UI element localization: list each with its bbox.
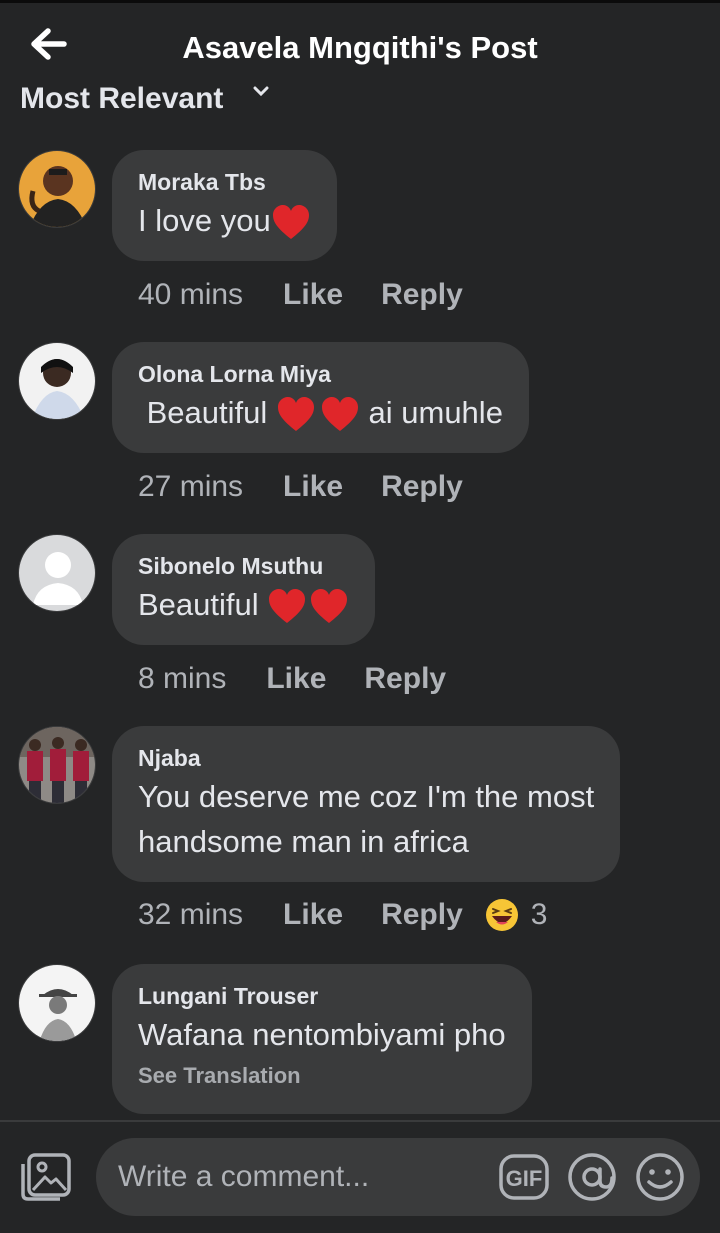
comment-text: I love you xyxy=(138,198,311,243)
comment-time[interactable]: 8 mins xyxy=(138,662,226,696)
comment-meta: 27 mins Like Reply xyxy=(138,470,463,504)
comment-author[interactable]: Moraka Tbs xyxy=(138,168,311,196)
see-translation-link[interactable]: See Translation xyxy=(138,1063,506,1089)
comment-bubble[interactable]: Sibonelo Msuthu Beautiful xyxy=(112,534,376,645)
avatar[interactable] xyxy=(18,964,96,1042)
avatar[interactable] xyxy=(18,726,96,804)
red-heart-emoji xyxy=(269,588,306,623)
emoji-button[interactable] xyxy=(634,1152,686,1202)
mention-button[interactable] xyxy=(566,1152,618,1202)
avatar[interactable] xyxy=(18,534,96,612)
comment-input-placeholder: Write a comment... xyxy=(118,1160,370,1193)
comment-text-line: You deserve me coz I'm the most xyxy=(138,779,595,814)
comment-time[interactable]: 32 mins xyxy=(138,898,243,932)
photo-gallery-icon xyxy=(21,1153,71,1201)
avatar-photo xyxy=(19,151,95,227)
like-button[interactable]: Like xyxy=(283,470,343,504)
reply-button[interactable]: Reply xyxy=(381,278,463,312)
comment-text-line: handsome man in africa xyxy=(138,824,469,859)
comment-bubble[interactable]: Lungani Trouser Wafana nentombiyami pho … xyxy=(112,964,532,1114)
comment-author: Sibonelo Msuthu xyxy=(138,553,324,579)
reaction-summary[interactable]: 3 xyxy=(485,898,548,932)
default-avatar-icon xyxy=(19,535,95,611)
comment-input[interactable]: Write a comment... GIF xyxy=(96,1138,700,1216)
avatar[interactable] xyxy=(18,150,96,228)
reply-button[interactable]: Reply xyxy=(381,898,463,932)
page-title: Asavela Mngqithi's Post xyxy=(182,30,538,65)
like-button[interactable]: Like xyxy=(283,898,343,932)
smiley-icon xyxy=(636,1153,684,1201)
comment-composer: Write a comment... GIF xyxy=(0,1122,720,1233)
comment-time[interactable]: 27 mins xyxy=(138,470,243,504)
comment-text: Beautiful ai umuhle xyxy=(138,390,503,435)
avatar-photo xyxy=(19,965,95,1041)
gif-icon: GIF xyxy=(499,1154,549,1200)
comment-text-after: ai umuhle xyxy=(368,395,503,430)
red-heart-emoji xyxy=(272,204,309,239)
at-mention-icon xyxy=(568,1153,616,1201)
red-heart-emoji xyxy=(311,588,348,623)
gif-button[interactable]: GIF xyxy=(498,1152,550,1202)
comment-bubble[interactable]: Olona Lorna Miya Beautiful ai umuhle xyxy=(112,342,529,453)
red-heart-emoji xyxy=(277,396,314,431)
like-button[interactable]: Like xyxy=(283,278,343,312)
avatar[interactable] xyxy=(18,342,96,420)
comment-bubble[interactable]: Moraka Tbs I love you xyxy=(112,150,337,261)
comment-meta: 8 mins Like Reply xyxy=(138,662,446,696)
reply-button[interactable]: Reply xyxy=(364,662,446,696)
avatar-photo xyxy=(19,727,95,803)
comment-bubble[interactable]: Njaba You deserve me coz I'm the most ha… xyxy=(112,726,621,882)
comment-text-before: Beautiful xyxy=(138,395,268,430)
comment-text: You deserve me coz I'm the most handsome… xyxy=(138,774,594,864)
like-button[interactable]: Like xyxy=(266,662,326,696)
reply-button[interactable]: Reply xyxy=(381,470,463,504)
photo-button[interactable] xyxy=(20,1152,74,1202)
sort-label: Most Relevant xyxy=(20,82,224,110)
gif-label: GIF xyxy=(506,1166,543,1191)
red-heart-emoji xyxy=(321,396,358,431)
avatar-photo xyxy=(19,343,95,419)
comment-author: Njaba xyxy=(138,745,201,771)
status-divider xyxy=(0,0,720,3)
sort-dropdown[interactable]: Most Relevant xyxy=(20,70,320,110)
chevron-down-icon xyxy=(253,86,269,97)
comment-time[interactable]: 40 mins xyxy=(138,278,243,312)
comment-text: Beautiful xyxy=(138,582,349,627)
comment-author: Lungani Trouser xyxy=(138,983,319,1009)
comment-text: Wafana nentombiyami pho xyxy=(138,1017,506,1052)
comment-meta: 32 mins Like Reply 3 xyxy=(138,898,547,932)
laughing-emoji-icon xyxy=(485,899,518,931)
comment-text-body: I love you xyxy=(138,203,271,238)
comment-author: Olona Lorna Miya xyxy=(138,361,331,387)
comment-text-body: Beautiful xyxy=(138,587,259,622)
comment-meta: 40 mins Like Reply xyxy=(138,278,463,312)
reaction-count: 3 xyxy=(530,898,548,931)
